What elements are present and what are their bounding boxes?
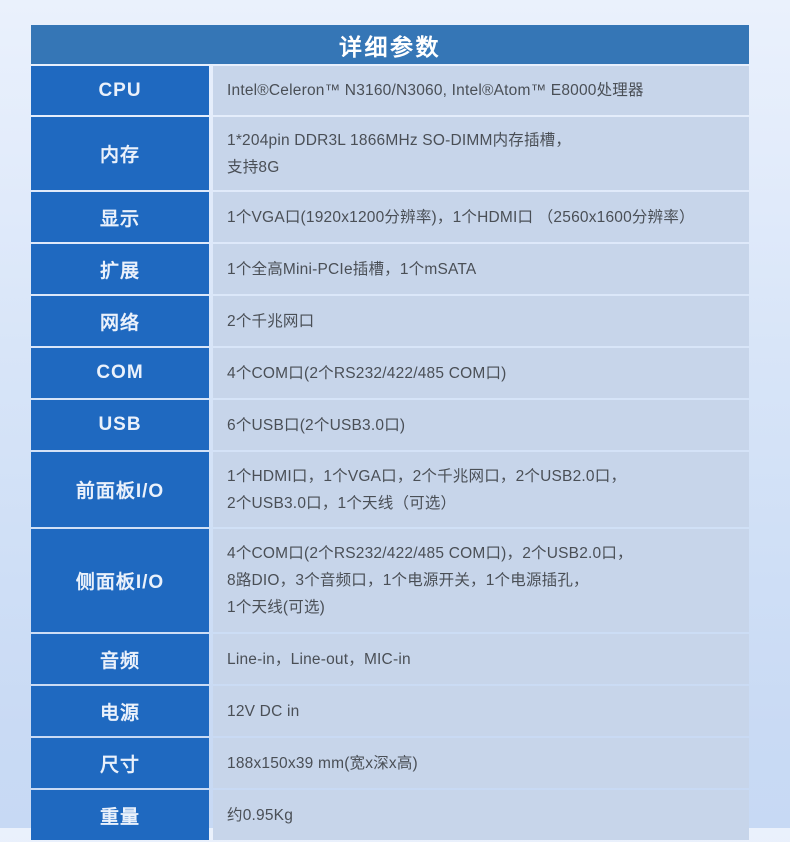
value-line: 支持8G bbox=[227, 158, 280, 176]
value-line: 2个千兆网口 bbox=[227, 312, 315, 330]
table-row: COM 4个COM口(2个RS232/422/485 COM口) bbox=[31, 348, 749, 398]
spec-value-memory: 1*204pin DDR3L 1866MHz SO-DIMM内存插槽， 支持8G bbox=[209, 117, 749, 190]
spec-label-cpu: CPU bbox=[31, 66, 209, 115]
spec-label-side-panel-io: 侧面板I/O bbox=[31, 529, 209, 632]
spec-label-display: 显示 bbox=[31, 192, 209, 242]
table-row: USB 6个USB口(2个USB3.0口) bbox=[31, 400, 749, 450]
spec-label-weight: 重量 bbox=[31, 790, 209, 840]
value-line: 1个全高Mini-PCIe插槽，1个mSATA bbox=[227, 260, 477, 278]
spec-table-header-row: 详细参数 bbox=[31, 25, 749, 64]
value-line: Line-in，Line-out，MIC-in bbox=[227, 650, 411, 668]
value-line: 1个天线(可选) bbox=[227, 599, 326, 616]
spec-label-memory: 内存 bbox=[31, 117, 209, 190]
table-row: 电源 12V DC in bbox=[31, 686, 749, 736]
value-line: 12V DC in bbox=[227, 702, 300, 720]
table-row: 内存 1*204pin DDR3L 1866MHz SO-DIMM内存插槽， 支… bbox=[31, 117, 749, 190]
spec-label-network: 网络 bbox=[31, 296, 209, 346]
spec-label-dimensions: 尺寸 bbox=[31, 738, 209, 788]
spec-value-weight: 约0.95Kg bbox=[209, 790, 749, 840]
table-row: 尺寸 188x150x39 mm(宽x深x高) bbox=[31, 738, 749, 788]
table-row: CPU Intel®Celeron™ N3160/N3060, Intel®At… bbox=[31, 66, 749, 115]
spec-table-body: 详细参数 CPU Intel®Celeron™ N3160/N3060, Int… bbox=[31, 25, 749, 840]
table-row: 侧面板I/O 4个COM口(2个RS232/422/485 COM口)，2个US… bbox=[31, 529, 749, 632]
value-line: 1个HDMI口，1个VGA口，2个千兆网口，2个USB2.0口， bbox=[227, 467, 627, 485]
spec-label-front-panel-io: 前面板I/O bbox=[31, 452, 209, 527]
spec-value-dimensions: 188x150x39 mm(宽x深x高) bbox=[209, 738, 749, 788]
spec-table: 详细参数 CPU Intel®Celeron™ N3160/N3060, Int… bbox=[31, 23, 749, 842]
spec-label-power: 电源 bbox=[31, 686, 209, 736]
table-row: 前面板I/O 1个HDMI口，1个VGA口，2个千兆网口，2个USB2.0口， … bbox=[31, 452, 749, 527]
spec-label-audio: 音频 bbox=[31, 634, 209, 684]
spec-value-cpu: Intel®Celeron™ N3160/N3060, Intel®Atom™ … bbox=[209, 66, 749, 115]
value-line: 1个VGA口(1920x1200分辨率)，1个HDMI口 （2560x1600分… bbox=[227, 208, 695, 226]
spec-label-usb: USB bbox=[31, 400, 209, 450]
value-line: 1*204pin DDR3L 1866MHz SO-DIMM内存插槽， bbox=[227, 131, 572, 149]
spec-value-side-panel-io: 4个COM口(2个RS232/422/485 COM口)，2个USB2.0口， … bbox=[209, 529, 749, 632]
value-line: 4个COM口(2个RS232/422/485 COM口)，2个USB2.0口， bbox=[227, 545, 633, 562]
spec-label-com: COM bbox=[31, 348, 209, 398]
table-row: 音频 Line-in，Line-out，MIC-in bbox=[31, 634, 749, 684]
table-row: 重量 约0.95Kg bbox=[31, 790, 749, 840]
spec-value-network: 2个千兆网口 bbox=[209, 296, 749, 346]
spec-value-com: 4个COM口(2个RS232/422/485 COM口) bbox=[209, 348, 749, 398]
spec-value-audio: Line-in，Line-out，MIC-in bbox=[209, 634, 749, 684]
spec-table-title: 详细参数 bbox=[31, 25, 749, 64]
value-line: 约0.95Kg bbox=[227, 806, 294, 824]
table-row: 显示 1个VGA口(1920x1200分辨率)，1个HDMI口 （2560x16… bbox=[31, 192, 749, 242]
value-line: 188x150x39 mm(宽x深x高) bbox=[227, 754, 418, 772]
spec-value-display: 1个VGA口(1920x1200分辨率)，1个HDMI口 （2560x1600分… bbox=[209, 192, 749, 242]
value-line: 8路DIO，3个音频口，1个电源开关，1个电源插孔， bbox=[227, 572, 589, 589]
value-line: 2个USB3.0口，1个天线（可选） bbox=[227, 494, 457, 512]
spec-value-usb: 6个USB口(2个USB3.0口) bbox=[209, 400, 749, 450]
value-line: 4个COM口(2个RS232/422/485 COM口) bbox=[227, 364, 507, 382]
value-line: 6个USB口(2个USB3.0口) bbox=[227, 416, 406, 434]
spec-sheet-page: 详细参数 CPU Intel®Celeron™ N3160/N3060, Int… bbox=[0, 0, 790, 840]
spec-label-expansion: 扩展 bbox=[31, 244, 209, 294]
spec-value-power: 12V DC in bbox=[209, 686, 749, 736]
value-line: Intel®Celeron™ N3160/N3060, Intel®Atom™ … bbox=[227, 82, 644, 99]
table-row: 扩展 1个全高Mini-PCIe插槽，1个mSATA bbox=[31, 244, 749, 294]
spec-value-expansion: 1个全高Mini-PCIe插槽，1个mSATA bbox=[209, 244, 749, 294]
spec-value-front-panel-io: 1个HDMI口，1个VGA口，2个千兆网口，2个USB2.0口， 2个USB3.… bbox=[209, 452, 749, 527]
table-row: 网络 2个千兆网口 bbox=[31, 296, 749, 346]
